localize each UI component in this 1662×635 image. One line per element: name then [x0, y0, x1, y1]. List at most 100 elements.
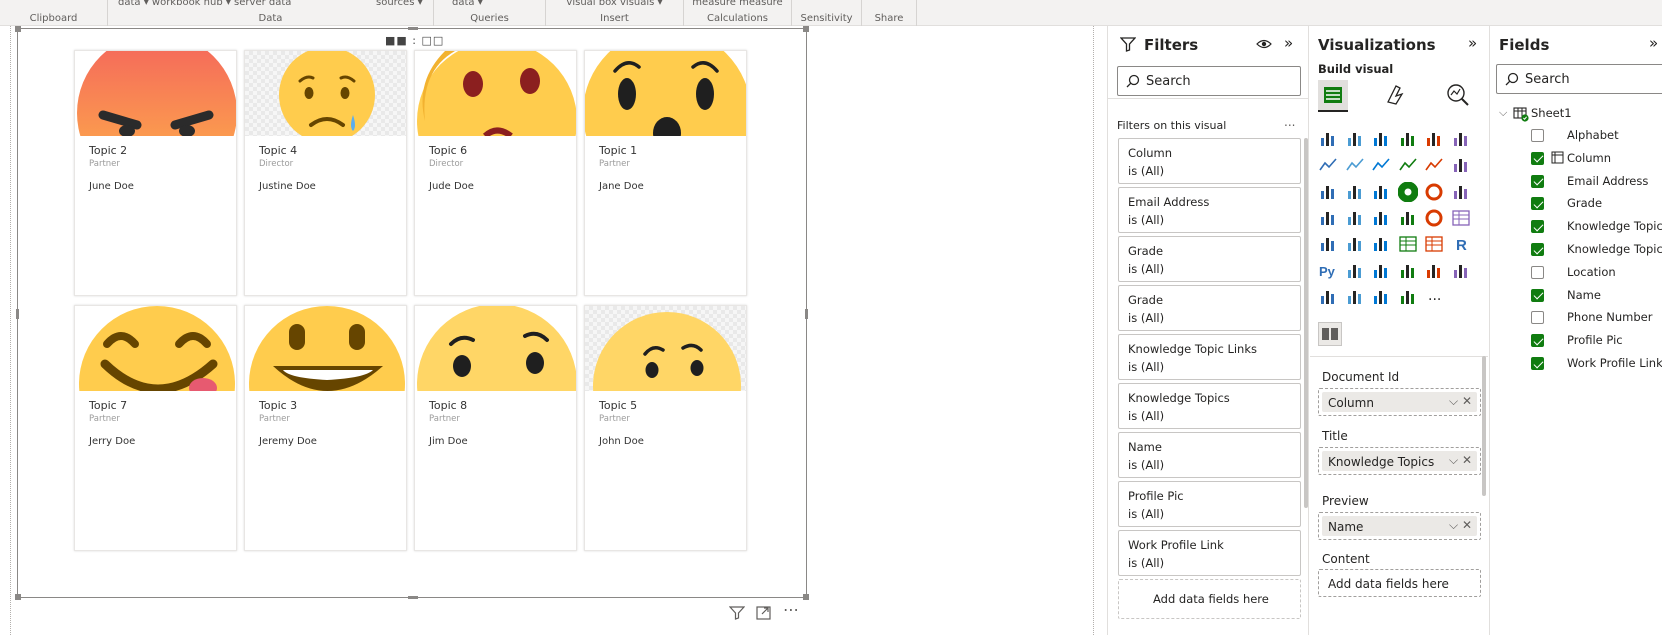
filled-map-icon[interactable] — [1345, 208, 1365, 228]
ribbon-chart-icon[interactable] — [1451, 155, 1471, 175]
card-visual-selected-icon[interactable] — [1318, 322, 1342, 346]
field-row[interactable]: Grade — [1491, 194, 1662, 214]
slicer-icon[interactable] — [1371, 234, 1391, 254]
filter-card-knowledge-topics[interactable]: Knowledge Topics is (All) — [1118, 383, 1301, 429]
field-checkbox[interactable] — [1531, 288, 1544, 302]
line-clustered-icon[interactable] — [1424, 155, 1444, 175]
matrix-icon[interactable] — [1424, 234, 1444, 254]
resize-handle[interactable] — [16, 309, 19, 319]
well-title[interactable]: Knowledge Topics ⌵ ✕ — [1318, 447, 1481, 475]
topic-card[interactable]: Topic 5 Partner John Doe — [584, 305, 747, 551]
treemap-icon[interactable] — [1451, 182, 1471, 202]
stacked-area-icon[interactable] — [1371, 155, 1391, 175]
scrollbar[interactable] — [1482, 356, 1486, 496]
ribbon-calculations-buttons[interactable]: measure measure — [684, 0, 791, 8]
collapse-pane-icon[interactable]: » — [1468, 34, 1477, 52]
field-checkbox[interactable] — [1531, 265, 1544, 279]
more-options-icon[interactable]: ... — [1284, 115, 1295, 129]
waterfall-icon[interactable] — [1318, 182, 1338, 202]
resize-handle[interactable] — [408, 27, 418, 30]
100-column-icon[interactable] — [1451, 129, 1471, 149]
resize-handle[interactable] — [805, 309, 808, 319]
fields-search-input[interactable]: Search — [1496, 64, 1662, 94]
more-visuals-icon[interactable]: ... — [1428, 288, 1441, 304]
field-checkbox[interactable] — [1531, 243, 1544, 256]
topic-card[interactable]: Topic 1 Partner Jane Doe — [584, 50, 747, 296]
table-icon[interactable] — [1398, 234, 1418, 254]
python-visual-icon[interactable]: Py — [1318, 261, 1338, 281]
field-checkbox[interactable] — [1531, 197, 1544, 211]
collapse-pane-icon[interactable]: » — [1649, 34, 1658, 52]
decomposition-tree-icon[interactable] — [1371, 261, 1391, 281]
filter-card-profile-pic[interactable]: Profile Pic is (All) — [1118, 481, 1301, 527]
field-row[interactable]: Name — [1491, 286, 1662, 306]
card-icon[interactable] — [1451, 208, 1471, 228]
well-document-id[interactable]: Column ⌵ ✕ — [1318, 388, 1481, 416]
filter-card-grade[interactable]: Grade is (All) — [1118, 236, 1301, 282]
resize-handle[interactable] — [15, 594, 21, 600]
field-row[interactable]: Phone Number — [1491, 308, 1662, 328]
scatter-icon[interactable] — [1371, 182, 1391, 202]
key-influencers-icon[interactable] — [1345, 261, 1365, 281]
field-row[interactable]: Email Address — [1491, 172, 1662, 192]
topic-card[interactable]: Topic 8 Partner Jim Doe — [414, 305, 577, 551]
filter-card-grade[interactable]: Grade is (All) — [1118, 285, 1301, 331]
qa-icon[interactable] — [1398, 261, 1418, 281]
filters-add-fields-well[interactable]: Add data fields here — [1118, 579, 1301, 619]
visual-pager-dots[interactable]: ■■ : □□ — [385, 34, 444, 47]
100-bar-icon[interactable] — [1424, 129, 1444, 149]
field-row[interactable]: Location — [1491, 263, 1662, 283]
focus-mode-icon[interactable] — [756, 606, 772, 624]
filter-card-name[interactable]: Name is (All) — [1118, 432, 1301, 478]
field-row[interactable]: Work Profile Link — [1491, 354, 1662, 374]
ribbon-insert-buttons[interactable]: visual box visuals ▾ — [546, 0, 683, 8]
field-row[interactable]: Knowledge Topic... — [1491, 217, 1662, 237]
clustered-bar-icon[interactable] — [1371, 129, 1391, 149]
azure-map-icon[interactable] — [1398, 208, 1418, 228]
donut-chart-icon[interactable] — [1424, 182, 1444, 202]
area-chart-icon[interactable] — [1345, 155, 1365, 175]
ribbon-queries-button[interactable]: data ▾ — [452, 0, 545, 8]
multirow-card-icon[interactable] — [1318, 234, 1338, 254]
field-checkbox[interactable] — [1531, 151, 1544, 165]
field-checkbox[interactable] — [1531, 129, 1544, 142]
scrollbar[interactable] — [1304, 138, 1308, 508]
chevron-down-icon[interactable]: ⌵ — [1499, 106, 1507, 120]
pie-chart-icon[interactable] — [1397, 181, 1418, 203]
analytics-tab[interactable] — [1444, 82, 1470, 112]
ribbon-sources-button[interactable]: sources ▾ — [376, 0, 433, 8]
smart-narrative-icon[interactable] — [1398, 287, 1418, 307]
field-checkbox[interactable] — [1531, 334, 1544, 348]
gauge-icon[interactable] — [1424, 208, 1444, 228]
format-visual-tab[interactable] — [1382, 82, 1408, 112]
stacked-bar-icon[interactable] — [1318, 129, 1338, 149]
build-visual-tab[interactable] — [1318, 80, 1348, 112]
topic-card[interactable]: Topic 3 Partner Jeremy Doe — [244, 305, 407, 551]
filters-search-input[interactable]: Search — [1117, 66, 1301, 96]
paginated-report-icon[interactable] — [1424, 261, 1444, 281]
topic-card[interactable]: Topic 6 Director Jude Doe — [414, 50, 577, 296]
power-automate-icon[interactable] — [1371, 287, 1391, 307]
more-options-icon[interactable]: ⋯ — [783, 600, 800, 619]
resize-handle[interactable] — [15, 26, 21, 32]
field-checkbox[interactable] — [1531, 220, 1544, 234]
trophy-icon[interactable] — [1451, 261, 1471, 281]
table-node-sheet1[interactable]: ⌵ Sheet1 — [1491, 104, 1662, 124]
chevron-down-icon[interactable]: ⌵ ✕ — [1449, 394, 1472, 409]
funnel-icon[interactable] — [1345, 182, 1365, 202]
power-apps-icon[interactable] — [1345, 287, 1365, 307]
chevron-down-icon[interactable]: ⌵ ✕ — [1449, 453, 1472, 468]
topic-card[interactable]: Topic 7 Partner Jerry Doe — [74, 305, 237, 551]
topic-card[interactable]: Topic 4 Director Justine Doe — [244, 50, 407, 296]
field-checkbox[interactable] — [1531, 311, 1544, 325]
clustered-column-icon[interactable] — [1398, 129, 1418, 149]
resize-handle[interactable] — [408, 596, 418, 599]
shape-map-icon[interactable] — [1371, 208, 1391, 228]
well-preview[interactable]: Name ⌵ ✕ — [1318, 512, 1481, 540]
filter-card-knowledge-topic-links[interactable]: Knowledge Topic Links is (All) — [1118, 334, 1301, 380]
report-icon[interactable] — [1318, 287, 1338, 307]
collapse-pane-icon[interactable]: » — [1284, 34, 1293, 52]
field-row[interactable]: Profile Pic — [1491, 331, 1662, 351]
line-column-icon[interactable] — [1398, 155, 1418, 175]
chevron-down-icon[interactable]: ⌵ ✕ — [1449, 518, 1472, 533]
